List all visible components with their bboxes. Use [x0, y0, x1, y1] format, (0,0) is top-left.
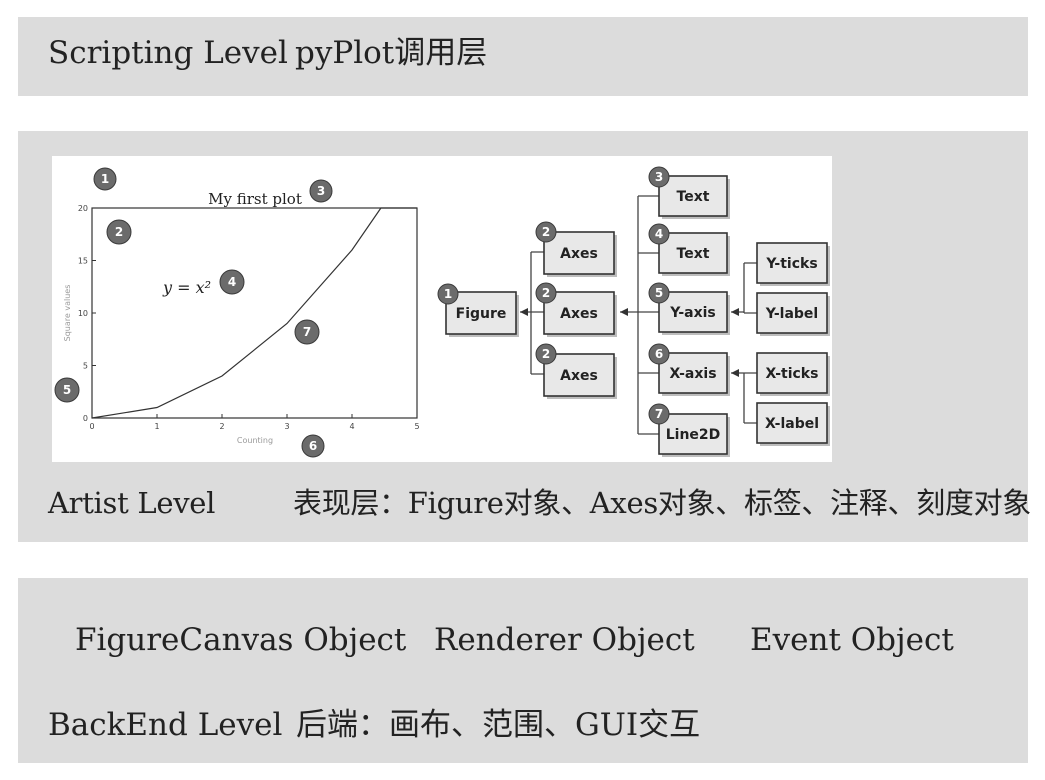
plot-badge-4: 4 [219, 269, 245, 295]
arrow-children-to-axes [620, 308, 628, 316]
y-tick-label: 20 [78, 204, 88, 213]
svg-text:7: 7 [303, 325, 311, 339]
svg-text:4: 4 [655, 227, 663, 241]
artist-diagram-svg: 0 1 2 3 4 505101520 My first plot y = x² Coun… [54, 166, 830, 458]
y-tick-label: 5 [83, 362, 88, 371]
svg-text:3: 3 [317, 184, 325, 198]
plot-badge-7: 7 [294, 319, 320, 345]
plot-badge-3: 3 [309, 179, 333, 203]
x-tick-label: 2 [219, 422, 224, 431]
svg-text:6: 6 [309, 439, 317, 453]
plot-badge-5: 5 [54, 377, 80, 403]
backend-level-desc: 后端：画布、范围、GUI交互 [296, 707, 701, 743]
arrow-leaves-to-yaxis [731, 308, 739, 316]
plot-equation: y = x² [162, 278, 211, 297]
scripting-level-name: Scripting Level [48, 35, 288, 71]
box-y-ticks: Y-ticks [756, 242, 830, 286]
connector-yaxis-leaves [731, 262, 757, 314]
y-tick-label: 10 [78, 309, 88, 318]
plot-title: My first plot [208, 190, 302, 208]
plot-xlabel: Counting [237, 436, 273, 445]
svg-text:1: 1 [101, 172, 109, 186]
svg-text:6: 6 [655, 347, 663, 361]
x-tick-label: 3 [284, 422, 289, 431]
x-tick-label: 5 [414, 422, 419, 431]
svg-text:Line2D: Line2D [666, 427, 721, 443]
svg-text:Axes: Axes [560, 246, 598, 262]
svg-text:7: 7 [655, 407, 663, 421]
svg-text:Y-label: Y-label [765, 306, 818, 322]
svg-text:Y-ticks: Y-ticks [765, 256, 817, 272]
svg-text:Figure: Figure [456, 306, 507, 322]
backend-object-event: Event Object [750, 622, 954, 658]
artist-level-desc: 表现层：Figure对象、Axes对象、标签、注释、刻度对象 [293, 486, 1032, 520]
backend-level-name: BackEnd Level [48, 707, 283, 743]
x-tick-label: 0 [89, 422, 94, 431]
artist-level-name: Artist Level [48, 486, 216, 520]
box-text-1: Text 3 [648, 166, 730, 219]
box-axes-3: Axes 2 [535, 343, 617, 399]
svg-text:5: 5 [63, 383, 71, 397]
svg-text:2: 2 [542, 225, 550, 239]
artist-figure: 0 1 2 3 4 5 0 5 10 15 20 My first plot y = x² Coun… [52, 156, 832, 462]
svg-text:1: 1 [444, 287, 452, 301]
svg-text:Axes: Axes [560, 306, 598, 322]
plot-ylabel: Square values [63, 285, 72, 342]
box-x-ticks: X-ticks [756, 352, 830, 396]
svg-text:2: 2 [542, 286, 550, 300]
x-tick-label: 1 [154, 422, 159, 431]
svg-text:5: 5 [655, 286, 663, 300]
box-axes-2: Axes 2 [535, 282, 617, 337]
svg-text:2: 2 [542, 347, 550, 361]
y-tick-label: 0 [83, 414, 88, 423]
backend-object-renderer: Renderer Object [434, 622, 695, 658]
svg-text:X-axis: X-axis [669, 366, 716, 382]
scripting-level-desc: pyPlot调用层 [295, 35, 488, 71]
plot-badge-1: 1 [93, 167, 117, 191]
svg-text:Text: Text [677, 189, 710, 205]
plot-badge-2: 2 [106, 219, 132, 245]
box-axes-1: Axes 2 [535, 221, 617, 277]
svg-text:X-label: X-label [765, 416, 819, 432]
arrow-axes-to-figure [520, 308, 528, 316]
svg-text:3: 3 [655, 170, 663, 184]
connector-xaxis-leaves [731, 372, 757, 424]
box-x-axis: X-axis 6 [648, 343, 730, 396]
svg-text:Y-axis: Y-axis [669, 305, 716, 321]
x-tick-label: 4 [349, 422, 354, 431]
svg-text:2: 2 [115, 225, 123, 239]
box-y-label: Y-label [756, 292, 830, 336]
svg-text:4: 4 [228, 275, 236, 289]
svg-text:Axes: Axes [560, 368, 598, 384]
backend-object-figurecanvas: FigureCanvas Object [75, 622, 407, 658]
plot-axes-frame [91, 207, 418, 419]
box-figure: Figure 1 [437, 283, 519, 337]
plot-line [91, 207, 417, 419]
arrow-leaves-to-xaxis [731, 369, 739, 377]
svg-text:X-ticks: X-ticks [766, 366, 819, 382]
box-y-axis: Y-axis 5 [648, 282, 730, 335]
svg-text:Text: Text [677, 246, 710, 262]
box-line2d: Line2D 7 [648, 403, 730, 457]
plot-badge-6: 6 [301, 434, 325, 458]
box-x-label: X-label [756, 402, 830, 446]
box-text-2: Text 4 [648, 223, 730, 276]
y-tick-label: 15 [78, 257, 88, 266]
